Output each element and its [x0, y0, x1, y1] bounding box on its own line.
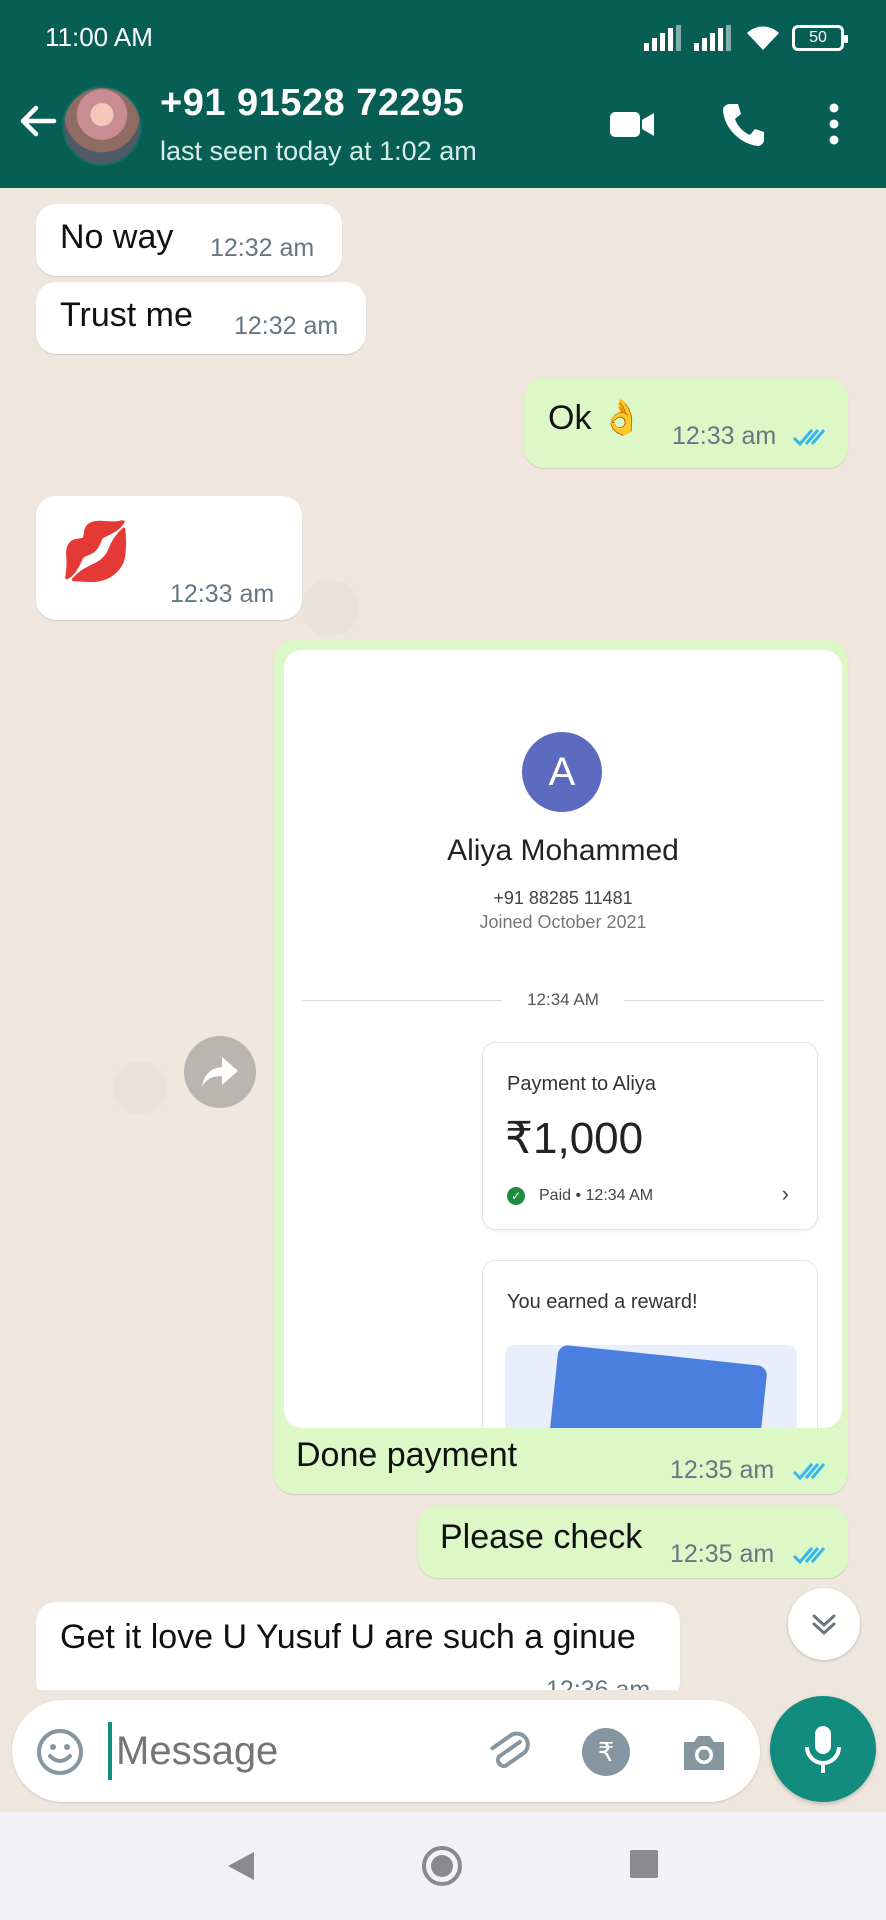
message-time: 12:33 am	[672, 422, 777, 450]
message-composer: ₹	[12, 1700, 760, 1802]
message-bubble-outgoing[interactable]: Please check 12:35 am	[418, 1506, 848, 1578]
payment-card: Payment to Aliya ₹1,000 ✓ Paid • 12:34 A…	[482, 1042, 818, 1230]
nav-home-icon[interactable]	[420, 1844, 464, 1888]
attach-icon[interactable]	[482, 1726, 534, 1778]
message-caption: Done payment	[296, 1436, 518, 1474]
check-icon: ✓	[507, 1187, 525, 1205]
message-emoji: 💋	[60, 519, 133, 584]
message-text: No way	[60, 218, 174, 256]
message-input[interactable]	[108, 1722, 468, 1780]
message-bubble-incoming[interactable]: Trust me 12:32 am	[36, 282, 366, 354]
payee-joined: Joined October 2021	[479, 912, 647, 932]
signal-icon-2	[694, 25, 731, 51]
video-call-icon[interactable]	[608, 100, 656, 148]
back-arrow-icon[interactable]	[14, 98, 60, 144]
message-time: 12:35 am	[670, 1456, 775, 1484]
message-text: Please check	[440, 1518, 643, 1556]
payment-time: 12:34 AM	[527, 990, 599, 1009]
status-icons: 50	[644, 24, 848, 52]
forward-button[interactable]	[184, 1036, 256, 1108]
scroll-down-icon	[812, 1614, 836, 1635]
camera-icon[interactable]	[678, 1726, 730, 1778]
status-time: 11:00 AM	[45, 22, 153, 52]
battery-icon: 50	[792, 25, 848, 51]
mic-icon	[805, 1726, 841, 1773]
message-time: 12:33 am	[170, 580, 275, 608]
payment-status: Paid • 12:34 AM	[539, 1187, 654, 1204]
message-bubble-outgoing[interactable]: Ok 👌 12:33 am	[524, 378, 848, 468]
message-bubble-incoming[interactable]: No way 12:32 am	[36, 204, 342, 276]
svg-text:₹: ₹	[598, 1738, 615, 1768]
mic-button[interactable]	[770, 1696, 876, 1802]
chat-area[interactable]: No way 12:32 am Trust me 12:32 am Ok 👌 1…	[0, 188, 886, 1690]
message-time: 12:32 am	[234, 312, 339, 340]
payee-phone: +91 88285 11481	[493, 888, 633, 908]
read-ticks-icon	[792, 1547, 826, 1565]
payment-title: Payment to Aliya	[507, 1073, 656, 1095]
payee-avatar: A	[522, 732, 602, 812]
message-time: 12:32 am	[210, 234, 315, 262]
chevron-right-icon: ›	[781, 1181, 789, 1206]
message-text: Ok 👌	[548, 399, 644, 437]
read-ticks-icon	[792, 1463, 826, 1481]
rupee-icon[interactable]: ₹	[580, 1726, 632, 1778]
message-bubble-incoming[interactable]: Get it love U Yusuf U are such a ginue 1…	[36, 1602, 680, 1690]
phone-call-icon[interactable]	[720, 100, 766, 148]
message-time: 12:36 am	[546, 1676, 651, 1690]
contact-name[interactable]: +91 91528 72295	[160, 82, 464, 125]
payment-screenshot-image[interactable]: A Aliya Mohammed +91 88285 11481 Joined …	[284, 650, 842, 1428]
wifi-icon	[747, 26, 779, 50]
read-ticks-icon	[792, 429, 826, 447]
forward-icon	[202, 1057, 238, 1087]
signal-icon	[644, 25, 681, 51]
reward-card: You earned a reward!	[482, 1260, 818, 1428]
nav-back-icon[interactable]	[224, 1848, 258, 1884]
scroll-down-button[interactable]	[788, 1588, 860, 1660]
reward-ticket-icon	[544, 1345, 768, 1428]
reward-title: You earned a reward!	[507, 1291, 698, 1313]
reward-graphic	[505, 1345, 797, 1428]
payee-name: Aliya Mohammed	[447, 834, 679, 867]
message-time: 12:35 am	[670, 1540, 775, 1568]
more-menu-icon[interactable]	[822, 100, 846, 148]
chat-header: 11:00 AM 50 +91 91528 72295 last seen to…	[0, 0, 886, 188]
message-bubble-incoming[interactable]: 💋 12:33 am	[36, 496, 302, 620]
system-nav-bar	[0, 1812, 886, 1920]
nav-recents-icon[interactable]	[628, 1848, 660, 1880]
contact-avatar[interactable]	[62, 86, 142, 166]
last-seen-text: last seen today at 1:02 am	[160, 136, 477, 166]
payment-amount: ₹1,000	[505, 1114, 644, 1163]
message-text: Get it love U Yusuf U are such a ginue	[60, 1618, 636, 1656]
emoji-icon[interactable]	[34, 1726, 86, 1778]
message-text: Trust me	[60, 296, 193, 334]
